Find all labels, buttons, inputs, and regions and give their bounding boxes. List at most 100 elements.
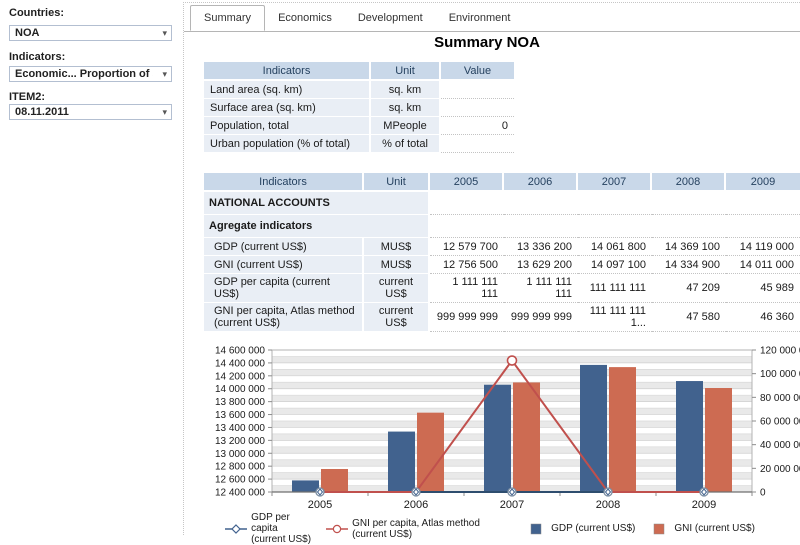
- bar-gni-2007[interactable]: [513, 382, 540, 492]
- y-axis-right-label: 120 000 000: [760, 346, 800, 357]
- indicators-select-value: Economic... Proportion of seat... (1374): [15, 68, 153, 81]
- value-cell: [726, 215, 800, 238]
- value-cell: [652, 215, 726, 238]
- y-axis-left-label: 14 000 000: [215, 384, 265, 395]
- value-cell: [726, 192, 800, 215]
- accounts-table: IndicatorsUnit20052006200720082009NATION…: [204, 173, 800, 332]
- column-header: 2006: [504, 173, 578, 192]
- value-cell: 999 999 999: [430, 303, 504, 332]
- unit-cell: current US$: [364, 274, 430, 303]
- table-row: Urban population (% of total)% of total: [204, 135, 514, 153]
- main-panel: SummaryEconomicsDevelopmentEnvironment S…: [183, 2, 800, 535]
- square-icon: [648, 523, 670, 535]
- table-row: NATIONAL ACCOUNTS: [204, 192, 800, 215]
- bar-gni-2006[interactable]: [417, 413, 444, 492]
- tab-summary[interactable]: Summary: [190, 5, 265, 31]
- legend-label: GDP (current US$): [551, 523, 635, 534]
- value-cell: 111 111 111 1...: [578, 303, 652, 332]
- value-cell: [441, 81, 514, 99]
- chevron-down-icon: ▾: [162, 28, 167, 39]
- unit-cell: MPeople: [371, 117, 441, 135]
- value-cell: 45 989: [726, 274, 800, 303]
- line-peak-marker[interactable]: [508, 356, 517, 365]
- indicator-cell: Population, total: [204, 117, 371, 135]
- y-axis-left-label: 13 600 000: [215, 410, 265, 421]
- table-row: Agregate indicators: [204, 215, 800, 238]
- legend-item: GDP (current US$): [525, 523, 635, 535]
- table-header-row: IndicatorsUnit20052006200720082009: [204, 173, 800, 192]
- chevron-down-icon: ▾: [162, 107, 167, 118]
- y-axis-right-label: 20 000 000: [760, 464, 800, 475]
- value-cell: [441, 135, 514, 153]
- section-cell: Agregate indicators: [204, 215, 430, 238]
- column-header: Indicators: [204, 173, 364, 192]
- indicator-cell: Urban population (% of total): [204, 135, 371, 153]
- item2-select-value: 08.11.2011: [15, 106, 153, 119]
- countries-select[interactable]: NOA▾: [9, 25, 172, 41]
- column-header: 2007: [578, 173, 652, 192]
- bar-gni-2005[interactable]: [321, 469, 348, 492]
- x-axis-label: 2006: [404, 499, 428, 511]
- indicator-cell: GNI (current US$): [204, 256, 364, 274]
- indicator-cell: Surface area (sq. km): [204, 99, 371, 117]
- value-cell: 14 011 000: [726, 256, 800, 274]
- value-cell: 14 119 000: [726, 238, 800, 256]
- bar-gdp-2009[interactable]: [676, 381, 703, 492]
- bar-gdp-2006[interactable]: [388, 432, 415, 492]
- column-header: 2008: [652, 173, 726, 192]
- tab-economics[interactable]: Economics: [265, 6, 345, 30]
- table-row: Land area (sq. km)sq. km: [204, 81, 514, 99]
- table-row: GDP (current US$)MUS$12 579 70013 336 20…: [204, 238, 800, 256]
- legend-label: GDP per capita (current US$): [251, 512, 313, 545]
- tab-development[interactable]: Development: [345, 6, 436, 30]
- value-cell: [430, 215, 504, 238]
- summary-table: IndicatorsUnitValueLand area (sq. km)sq.…: [204, 62, 514, 153]
- bar-gdp-2007[interactable]: [484, 385, 511, 492]
- indicator-cell: Land area (sq. km): [204, 81, 371, 99]
- indicator-cell: GDP per capita (current US$): [204, 274, 364, 303]
- table-header-row: IndicatorsUnitValue: [204, 62, 514, 81]
- y-axis-left-label: 13 200 000: [215, 436, 265, 447]
- unit-cell: % of total: [371, 135, 441, 153]
- value-cell: 12 756 500: [430, 256, 504, 274]
- value-cell: 999 999 999: [504, 303, 578, 332]
- bar-gdp-2005[interactable]: [292, 480, 319, 492]
- value-cell: [578, 215, 652, 238]
- value-cell: 14 061 800: [578, 238, 652, 256]
- countries-select-label: Countries:: [9, 7, 64, 19]
- unit-cell: current US$: [364, 303, 430, 332]
- value-cell: 47 580: [652, 303, 726, 332]
- value-cell: 12 579 700: [430, 238, 504, 256]
- legend-item: GNI per capita, Atlas method (current US…: [326, 518, 512, 540]
- y-axis-left-label: 13 800 000: [215, 397, 265, 408]
- value-cell: [578, 192, 652, 215]
- y-axis-right-label: 60 000 000: [760, 417, 800, 428]
- legend-label: GNI per capita, Atlas method (current US…: [352, 518, 512, 540]
- indicators-select[interactable]: Economic... Proportion of seat... (1374)…: [9, 66, 172, 82]
- table-row: Population, totalMPeople0: [204, 117, 514, 135]
- indicator-cell: GNI per capita, Atlas method (current US…: [204, 303, 364, 332]
- item2-select[interactable]: 08.11.2011 ▾: [9, 104, 172, 120]
- y-axis-right-label: 80 000 000: [760, 393, 800, 404]
- line-circle-icon: [326, 523, 348, 535]
- bar-gni-2008[interactable]: [609, 367, 636, 492]
- column-header: Unit: [364, 173, 430, 192]
- y-axis-right-label: 100 000 000: [760, 369, 800, 380]
- y-axis-left-label: 13 000 000: [215, 449, 265, 460]
- tab-environment[interactable]: Environment: [436, 6, 524, 30]
- value-cell: 14 334 900: [652, 256, 726, 274]
- value-cell: 14 369 100: [652, 238, 726, 256]
- y-axis-left-label: 12 600 000: [215, 475, 265, 486]
- table-row: Surface area (sq. km)sq. km: [204, 99, 514, 117]
- y-axis-left-label: 12 800 000: [215, 462, 265, 473]
- y-axis-left-label: 14 400 000: [215, 358, 265, 369]
- x-axis-label: 2005: [308, 499, 332, 511]
- bar-gni-2009[interactable]: [705, 388, 732, 492]
- page-title: Summary NOA: [184, 34, 790, 51]
- chart-legend: GDP per capita (current US$) GNI per capi…: [184, 512, 796, 545]
- value-cell: 111 111 111: [578, 274, 652, 303]
- column-header: Indicators: [204, 62, 371, 81]
- unit-cell: sq. km: [371, 99, 441, 117]
- legend-label: GNI (current US$): [674, 523, 755, 534]
- value-cell: 13 336 200: [504, 238, 578, 256]
